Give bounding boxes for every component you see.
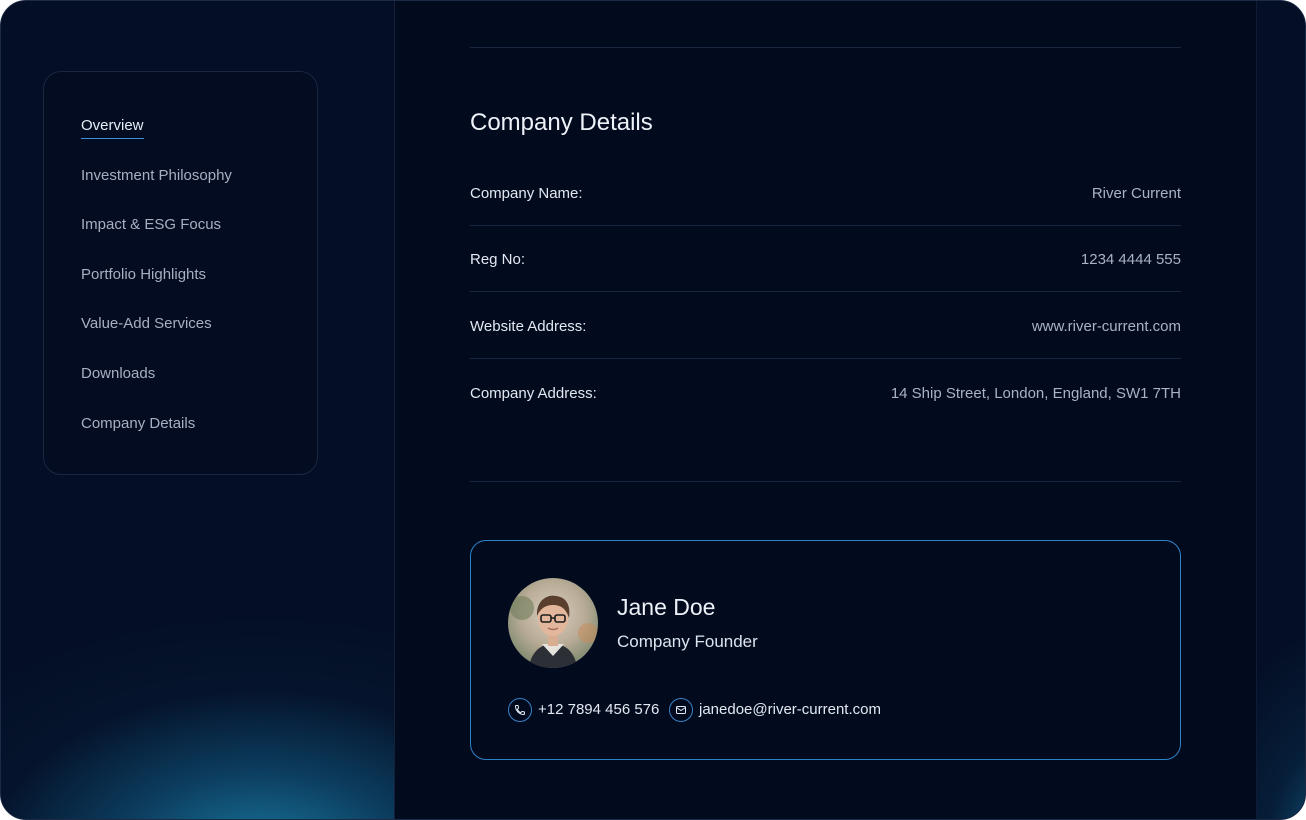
detail-label: Reg No: — [470, 251, 526, 268]
nav-item-overview[interactable]: Overview — [81, 117, 144, 139]
website-link[interactable]: www.river-current.com — [1032, 318, 1181, 335]
detail-row-reg-no: Reg No: 1234 4444 555 — [470, 251, 1181, 317]
sidebar-panel: Overview Investment Philosophy Impact & … — [1, 1, 394, 819]
contact-role: Company Founder — [617, 632, 758, 651]
detail-label: Company Address: — [470, 385, 597, 402]
row-divider — [470, 225, 1181, 226]
nav-item-portfolio-highlights[interactable]: Portfolio Highlights — [81, 266, 206, 283]
phone-icon — [508, 698, 532, 722]
nav-item-downloads[interactable]: Downloads — [81, 365, 155, 382]
detail-value: 14 Ship Street, London, England, SW1 7TH — [890, 385, 1181, 402]
row-divider — [470, 291, 1181, 292]
contact-name: Jane Doe — [617, 594, 716, 620]
section-nav: Overview Investment Philosophy Impact & … — [43, 71, 318, 475]
detail-value: River Current — [1091, 185, 1181, 202]
right-edge-panel — [1256, 1, 1305, 819]
row-divider — [470, 358, 1181, 359]
nav-item-value-add-services[interactable]: Value-Add Services — [81, 315, 212, 332]
contact-phone[interactable]: +12 7894 456 576 — [538, 701, 659, 718]
main-content: Company Details Company Name: River Curr… — [394, 1, 1257, 819]
detail-label: Website Address: — [470, 318, 587, 335]
detail-label: Company Name: — [470, 185, 583, 202]
nav-item-company-details[interactable]: Company Details — [81, 415, 195, 432]
detail-value: 1234 4444 555 — [1080, 251, 1181, 268]
avatar — [508, 578, 598, 668]
top-divider — [470, 47, 1181, 48]
mail-icon — [669, 698, 693, 722]
contact-email[interactable]: janedoe@river-current.com — [699, 701, 881, 718]
detail-row-website: Website Address: www.river-current.com — [470, 318, 1181, 384]
nav-item-investment-philosophy[interactable]: Investment Philosophy — [81, 167, 232, 184]
detail-row-company-name: Company Name: River Current — [470, 185, 1181, 251]
app-window: Overview Investment Philosophy Impact & … — [0, 0, 1306, 820]
contact-card: Jane Doe Company Founder +12 7894 456 57… — [470, 540, 1181, 760]
section-divider — [470, 481, 1181, 482]
detail-row-address: Company Address: 14 Ship Street, London,… — [470, 385, 1181, 451]
nav-item-impact-esg[interactable]: Impact & ESG Focus — [81, 216, 221, 233]
section-title: Company Details — [470, 109, 653, 136]
